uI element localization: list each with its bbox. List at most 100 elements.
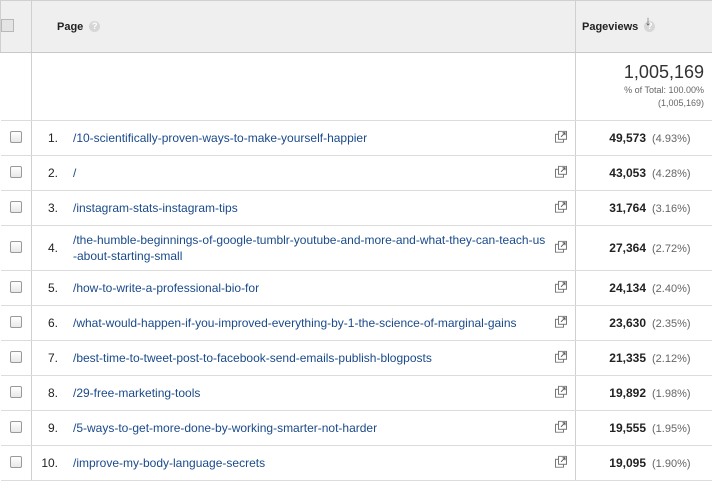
page-cell: 7. /best-time-to-tweet-post-to-facebook-s… (32, 341, 576, 376)
page-cell: 2./ (32, 156, 576, 191)
open-external-icon[interactable] (555, 386, 567, 398)
totals-cell: 1,005,169 % of Total: 100.00% (1,005,169… (576, 53, 712, 121)
totals-empty-cell (32, 53, 576, 121)
pageviews-value: 23,630 (609, 316, 646, 330)
pageviews-value: 21,335 (609, 351, 646, 365)
open-external-icon[interactable] (555, 421, 567, 433)
row-checkbox-cell[interactable] (1, 156, 32, 191)
row-rank: 8. (32, 386, 58, 400)
table-header-row: Page? Pageviews?↓ (1, 1, 712, 53)
row-checkbox-cell[interactable] (1, 376, 32, 411)
row-checkbox[interactable] (10, 456, 22, 468)
pageviews-value: 43,053 (609, 166, 646, 180)
page-column-header[interactable]: Page? (32, 1, 576, 53)
total-percent-label: % of Total: 100.00% (576, 85, 704, 96)
pageviews-value: 19,555 (609, 421, 646, 435)
pageviews-percent: (1.98%) (652, 388, 702, 400)
open-external-icon[interactable] (555, 456, 567, 468)
pageviews-percent: (2.40%) (652, 283, 702, 295)
pageviews-percent: (3.16%) (652, 203, 702, 215)
page-cell: 4./the-humble-beginnings-of-google-tumbl… (32, 226, 576, 271)
pageviews-column-header[interactable]: Pageviews?↓ (576, 1, 712, 53)
page-column-label: Page (57, 21, 83, 33)
row-checkbox-cell[interactable] (1, 271, 32, 306)
row-checkbox[interactable] (10, 386, 22, 398)
page-link[interactable]: /best-time-to-tweet-post-to-facebook-sen… (73, 350, 549, 366)
row-rank: 9. (32, 421, 58, 435)
page-link[interactable]: /the-humble-beginnings-of-google-tumblr-… (73, 232, 549, 264)
pageviews-cell: 31,764(3.16%) (576, 191, 712, 226)
row-checkbox[interactable] (10, 131, 22, 143)
page-link[interactable]: /5-ways-to-get-more-done-by-working-smar… (73, 420, 549, 436)
row-checkbox[interactable] (10, 201, 22, 213)
row-rank: 5. (32, 281, 58, 295)
pageviews-value: 19,892 (609, 386, 646, 400)
page-link[interactable]: /10-scientifically-proven-ways-to-make-y… (73, 130, 549, 146)
select-all-checkbox-cell[interactable] (1, 1, 32, 53)
pageviews-percent: (2.35%) (652, 318, 702, 330)
total-pageviews-value: 1,005,169 (576, 62, 704, 83)
page-cell: 10./improve-my-body-language-secrets (32, 446, 576, 481)
row-checkbox-cell[interactable] (1, 191, 32, 226)
pageviews-percent: (4.93%) (652, 133, 702, 145)
open-external-icon[interactable] (555, 166, 567, 178)
help-icon[interactable]: ? (89, 21, 100, 32)
totals-empty-cell (1, 53, 32, 121)
pageviews-cell: 27,364(2.72%) (576, 226, 712, 271)
table-row: 6. /what-would-happen-if-you-improved-eve… (1, 306, 712, 341)
row-checkbox[interactable] (10, 421, 22, 433)
row-checkbox[interactable] (10, 281, 22, 293)
pageviews-cell: 19,555 (1.95%) (576, 411, 712, 446)
open-external-icon[interactable] (555, 201, 567, 213)
page-link[interactable]: /instagram-stats-instagram-tips (73, 200, 549, 216)
page-cell: 8. /29-free-marketing-tools (32, 376, 576, 411)
open-external-icon[interactable] (555, 316, 567, 328)
table-row: 4./the-humble-beginnings-of-google-tumbl… (1, 226, 712, 271)
page-cell: 1. /10-scientifically-proven-ways-to-make… (32, 121, 576, 156)
row-checkbox-cell[interactable] (1, 121, 32, 156)
pageviews-percent: (1.90%) (652, 458, 702, 470)
pageviews-percent: (2.12%) (652, 353, 702, 365)
row-checkbox[interactable] (10, 316, 22, 328)
open-external-icon[interactable] (555, 351, 567, 363)
row-checkbox[interactable] (10, 241, 22, 253)
row-rank: 3. (32, 201, 58, 215)
open-external-icon[interactable] (555, 131, 567, 143)
table-row: 8. /29-free-marketing-tools 19,892 (1.98%) (1, 376, 712, 411)
total-absolute-label: (1,005,169) (576, 98, 704, 109)
page-cell: 3. /instagram-stats-instagram-tips (32, 191, 576, 226)
pageviews-cell: 21,335 (2.12%) (576, 341, 712, 376)
pageviews-column-label: Pageviews (582, 21, 638, 33)
pageviews-percent: (1.95%) (652, 423, 702, 435)
select-all-checkbox[interactable] (1, 19, 14, 32)
pageviews-cell: 19,892 (1.98%) (576, 376, 712, 411)
pageviews-cell: 23,630 (2.35%) (576, 306, 712, 341)
page-link[interactable]: /what-would-happen-if-you-improved-every… (73, 315, 549, 331)
row-checkbox-cell[interactable] (1, 446, 32, 481)
pageviews-cell: 19,095 (1.90%) (576, 446, 712, 481)
row-checkbox-cell[interactable] (1, 306, 32, 341)
row-rank: 7. (32, 351, 58, 365)
sort-descending-icon[interactable]: ↓ (645, 13, 652, 28)
pageviews-value: 49,573 (609, 131, 646, 145)
row-checkbox-cell[interactable] (1, 341, 32, 376)
table-row: 3. /instagram-stats-instagram-tips 31,764(… (1, 191, 712, 226)
row-checkbox[interactable] (10, 166, 22, 178)
pageviews-value: 19,095 (609, 456, 646, 470)
page-link[interactable]: /how-to-write-a-professional-bio-for (73, 280, 549, 296)
open-external-icon[interactable] (555, 281, 567, 293)
page-link[interactable]: /29-free-marketing-tools (73, 385, 549, 401)
row-rank: 1. (32, 131, 58, 145)
row-checkbox-cell[interactable] (1, 411, 32, 446)
row-checkbox[interactable] (10, 351, 22, 363)
totals-row: 1,005,169 % of Total: 100.00% (1,005,169… (1, 53, 712, 121)
pageviews-percent: (4.28%) (652, 168, 702, 180)
open-external-icon[interactable] (555, 241, 567, 253)
table-row: 1. /10-scientifically-proven-ways-to-make… (1, 121, 712, 156)
row-rank: 6. (32, 316, 58, 330)
page-link[interactable]: / (73, 165, 549, 181)
row-checkbox-cell[interactable] (1, 226, 32, 271)
page-link[interactable]: /improve-my-body-language-secrets (73, 455, 549, 471)
pageviews-cell: 24,134(2.40%) (576, 271, 712, 306)
pageviews-cell: 43,053 (4.28%) (576, 156, 712, 191)
